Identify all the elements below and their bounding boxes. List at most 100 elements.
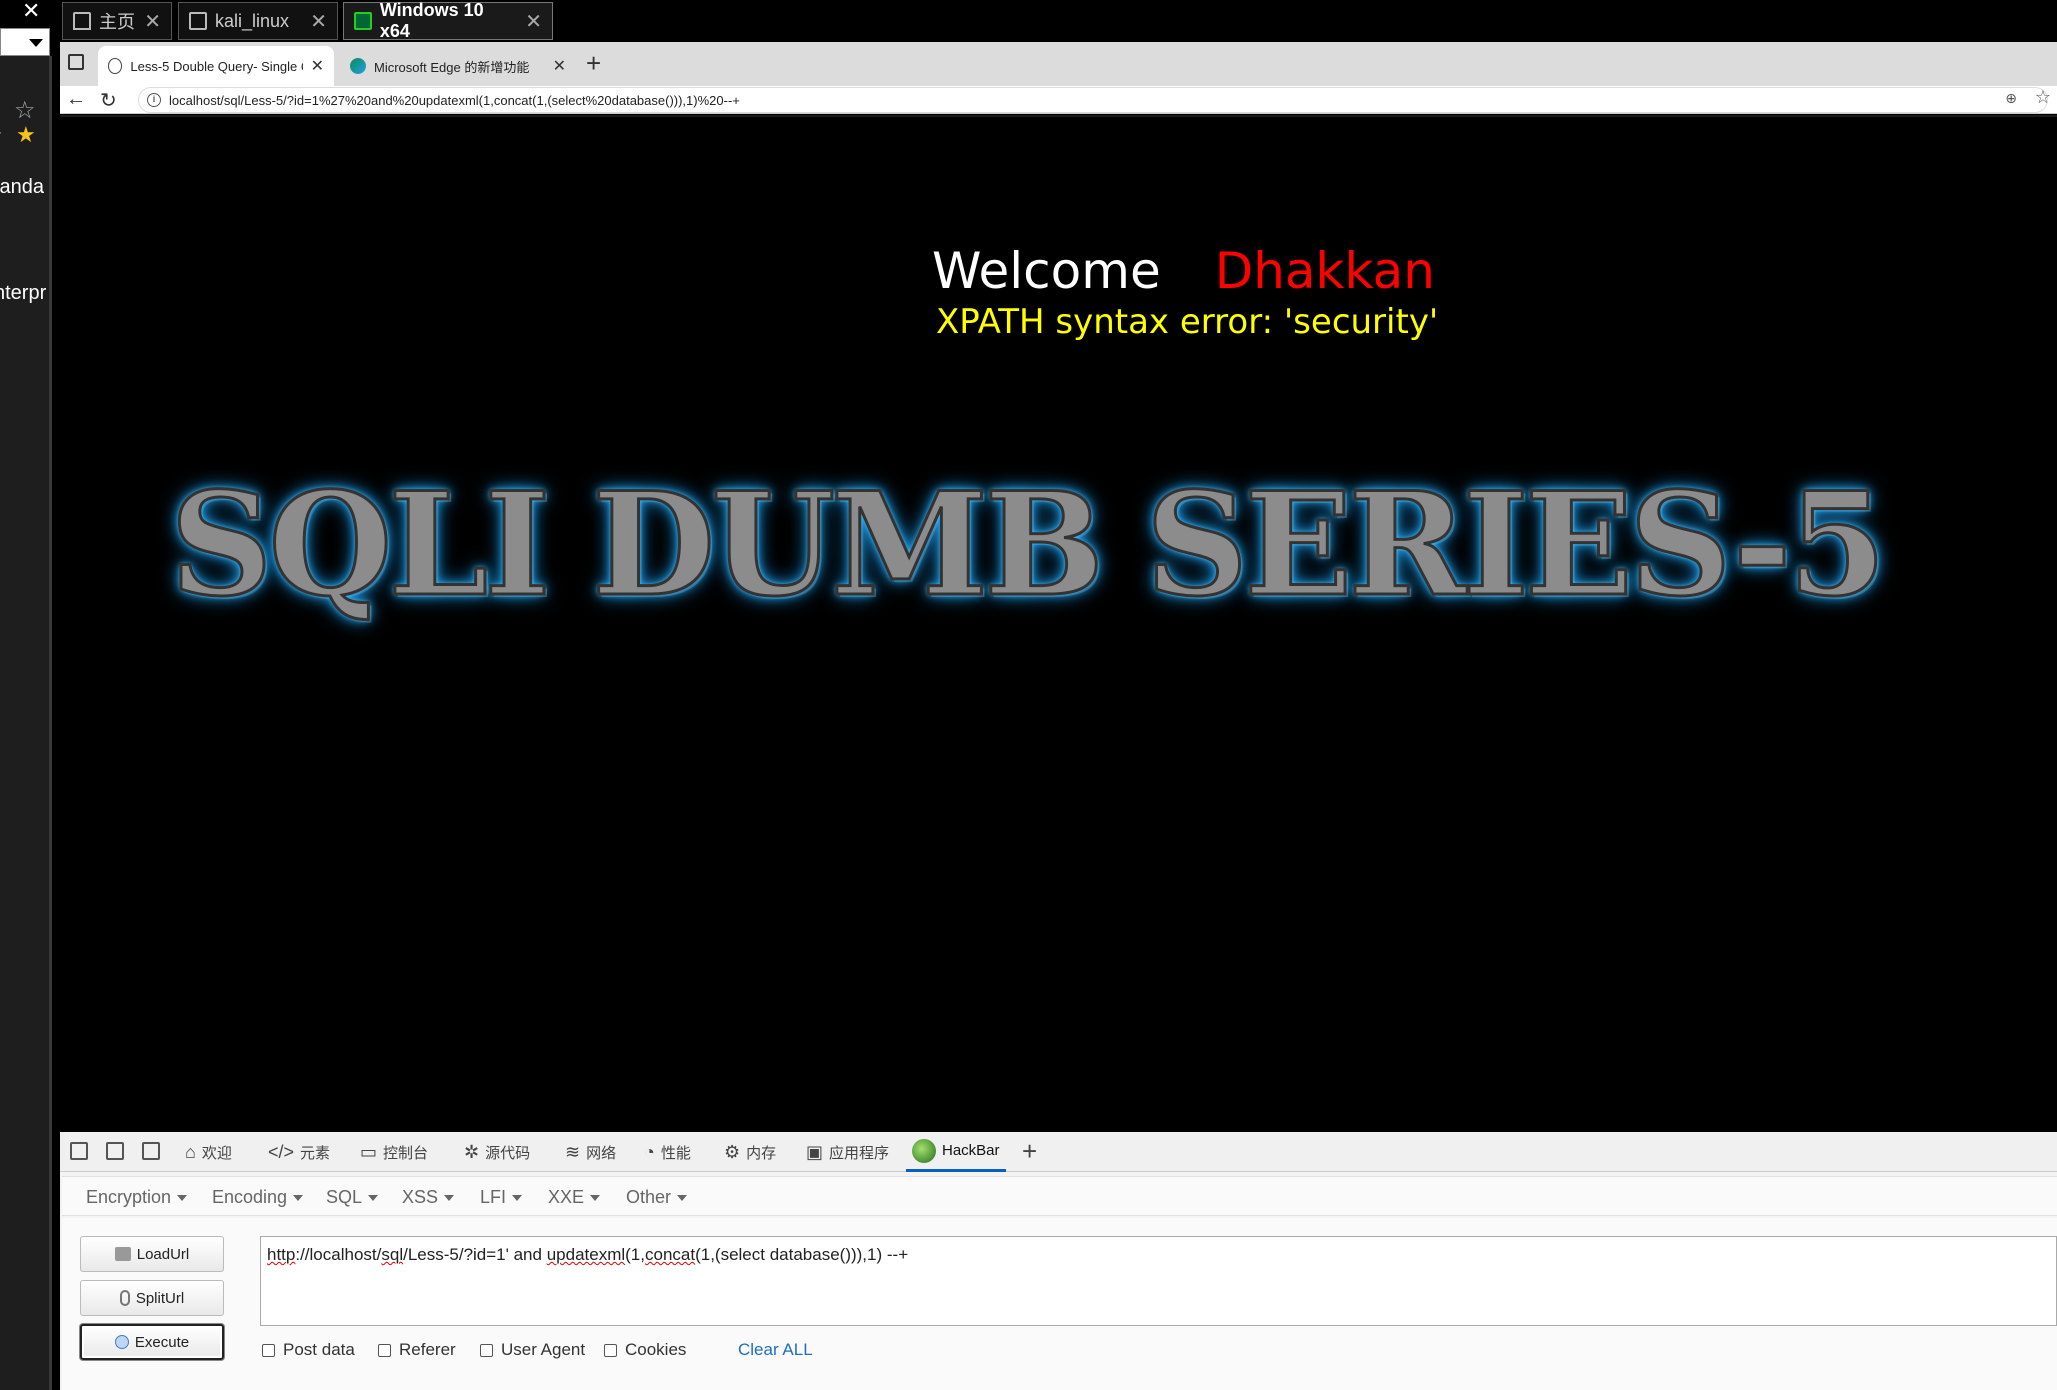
caret-down-icon — [444, 1195, 455, 1202]
cookies-checkbox[interactable]: Cookies — [604, 1340, 686, 1360]
tab-label: 应用程序 — [829, 1144, 890, 1162]
checkbox-box[interactable] — [480, 1343, 493, 1357]
zoom-icon[interactable]: ⊕ — [2005, 90, 2017, 107]
load-url-button[interactable]: LoadUrl — [80, 1236, 224, 1272]
menu-label: Other — [626, 1187, 672, 1207]
browser-tab-edge-new[interactable]: Microsoft Edge 的新增功能 ✕ — [340, 46, 576, 86]
vm-running-icon — [354, 12, 372, 30]
home-icon: ⌂ — [185, 1141, 196, 1162]
caret-down-icon — [177, 1195, 188, 1202]
edge-icon — [350, 58, 366, 74]
menu-xss[interactable]: XSS — [402, 1187, 455, 1208]
close-icon[interactable]: ✕ — [144, 9, 161, 34]
favorite-icon[interactable]: ☆ — [2035, 87, 2051, 108]
code-icon: </> — [268, 1141, 295, 1162]
tab-label: 欢迎 — [201, 1144, 232, 1162]
menu-label: XXE — [548, 1187, 585, 1207]
tab-elements[interactable]: </> 元素 — [268, 1132, 330, 1172]
vm-dropdown[interactable] — [0, 28, 50, 56]
hackbar-url-input[interactable]: http://localhost/sql/Less-5/?id=1' and u… — [260, 1236, 2057, 1326]
menu-encoding[interactable]: Encoding — [212, 1187, 304, 1208]
devtools-tab-bar: ⌂ 欢迎 </> 元素 ▭ 控制台 ✲ 源代码 ≋ 网络 ◔ 性能 ⚙ 内存 ▣ 应用程序 Ha… — [60, 1132, 2057, 1172]
back-icon[interactable]: ← — [66, 88, 86, 111]
info-icon[interactable]: i — [147, 93, 161, 107]
dock-icon[interactable] — [142, 1142, 160, 1160]
referer-checkbox[interactable]: Referer — [378, 1340, 456, 1360]
checkbox-box[interactable] — [262, 1343, 275, 1357]
menu-sql[interactable]: SQL — [326, 1187, 379, 1208]
menu-encryption[interactable]: Encryption — [86, 1187, 188, 1208]
star-filled-icon[interactable]: ★ — [16, 122, 36, 148]
close-icon[interactable]: ✕ — [553, 56, 566, 76]
caret-down-icon — [368, 1195, 379, 1202]
caret-down-icon — [512, 1195, 523, 1202]
play-icon — [114, 1335, 129, 1349]
url-text: localhost/sql/Less-5/?id=1%27%20and%20up… — [169, 92, 740, 108]
device-icon[interactable] — [106, 1142, 124, 1160]
devtools-panel: ⌂ 欢迎 </> 元素 ▭ 控制台 ✲ 源代码 ≋ 网络 ◔ 性能 ⚙ 内存 ▣ 应用程序 Ha… — [60, 1132, 2057, 1390]
url-segment: (1, — [625, 1245, 645, 1264]
menu-label: XSS — [402, 1187, 439, 1207]
browser-tab-bar: Less-5 Double Query- Single Quo ✕ Micros… — [60, 42, 2057, 86]
tab-label: 元素 — [300, 1144, 331, 1162]
vm-tab-label: kali_linux — [215, 10, 290, 31]
tab-application[interactable]: ▣ 应用程序 — [806, 1132, 889, 1172]
hackbar-body: LoadUrl SplitUrl Execute http://localhos… — [62, 1218, 2057, 1390]
split-url-button[interactable]: SplitUrl — [80, 1280, 224, 1316]
inspect-icon[interactable] — [70, 1142, 88, 1160]
checkbox-box[interactable] — [378, 1343, 391, 1357]
menu-label: Encryption — [86, 1187, 172, 1207]
user-agent-checkbox[interactable]: User Agent — [480, 1340, 585, 1360]
tab-label: 性能 — [660, 1144, 691, 1162]
tab-label: HackBar — [942, 1142, 1000, 1159]
browser-tab-less5[interactable]: Less-5 Double Query- Single Quo ✕ — [98, 46, 334, 86]
add-tab-button[interactable]: + — [1022, 1136, 1037, 1167]
menu-label: Encoding — [212, 1187, 288, 1207]
gauge-icon: ◔ — [644, 1141, 655, 1162]
vm-tab-kali[interactable]: kali_linux ✕ — [178, 2, 338, 40]
tab-hackbar[interactable]: HackBar — [906, 1132, 1006, 1172]
tab-memory[interactable]: ⚙ 内存 — [724, 1132, 776, 1172]
tab-sources[interactable]: ✲ 源代码 — [464, 1132, 530, 1172]
tab-console[interactable]: ▭ 控制台 — [360, 1132, 428, 1172]
clear-all-link[interactable]: Clear ALL — [738, 1340, 813, 1360]
close-icon[interactable]: ✕ — [22, 0, 40, 22]
tab-network[interactable]: ≋ 网络 — [565, 1132, 616, 1172]
vm-tab-label: Windows 10 x64 — [379, 0, 484, 41]
refresh-icon[interactable]: ↻ — [100, 88, 117, 113]
menu-label: LFI — [480, 1187, 507, 1207]
scissors-icon — [119, 1290, 130, 1306]
tab-welcome[interactable]: ⌂ 欢迎 — [185, 1132, 232, 1172]
post-data-checkbox[interactable]: Post data — [262, 1340, 355, 1360]
vm-tab-windows[interactable]: Windows 10 x64 ✕ — [343, 0, 553, 41]
menu-lfi[interactable]: LFI — [480, 1187, 523, 1208]
star-outline-icon[interactable]: ☆ — [14, 96, 36, 125]
close-icon[interactable]: ✕ — [311, 56, 324, 76]
url-input[interactable]: i localhost/sql/Less-5/?id=1%27%20and%20… — [138, 87, 2048, 113]
host-text: nterpr — [0, 282, 47, 304]
load-icon — [114, 1247, 131, 1261]
menu-other[interactable]: Other — [626, 1187, 688, 1208]
welcome-line: Welcome Dhakkan — [932, 242, 1435, 300]
execute-button[interactable]: Execute — [80, 1324, 224, 1360]
hackbar-logo-icon — [912, 1138, 936, 1163]
checkbox-label: Referer — [399, 1340, 456, 1359]
button-label: LoadUrl — [136, 1245, 190, 1263]
menu-label: SQL — [326, 1187, 363, 1207]
tab-actions-icon[interactable] — [68, 54, 84, 70]
tab-performance[interactable]: ◔ 性能 — [644, 1132, 691, 1172]
button-label: Execute — [134, 1333, 190, 1351]
host-text: tanda — [0, 176, 45, 198]
checkbox-label: Cookies — [625, 1340, 687, 1359]
vm-tab-home[interactable]: 主页 ✕ — [62, 2, 172, 40]
host-sidebar: ☆ r ★ tanda nterpr — [0, 56, 52, 1390]
tab-label: 源代码 — [485, 1144, 531, 1162]
new-tab-button[interactable]: + — [586, 48, 601, 79]
tab-label: 控制台 — [383, 1144, 429, 1162]
menu-xxe[interactable]: XXE — [548, 1187, 601, 1208]
wifi-icon: ≋ — [565, 1141, 581, 1162]
url-segment: ://localhost/ — [295, 1245, 382, 1264]
checkbox-box[interactable] — [604, 1343, 617, 1357]
close-icon[interactable]: ✕ — [525, 9, 542, 34]
close-icon[interactable]: ✕ — [310, 9, 327, 34]
